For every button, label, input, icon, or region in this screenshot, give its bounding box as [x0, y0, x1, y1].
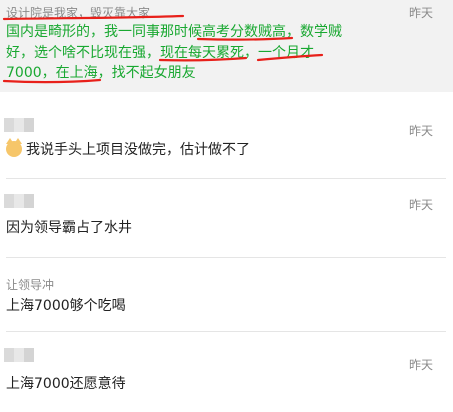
comment-line: 7000，在上海，找不起女朋友 — [6, 65, 196, 81]
comment-line: 上海7000还愿意待 — [6, 376, 126, 392]
comment-text: 上海7000够个吃喝 — [6, 296, 126, 317]
comment-item-3[interactable]: 昨天 因为领导霸占了水井 — [0, 180, 453, 252]
comment-line: 因为领导霸占了水井 — [6, 220, 132, 236]
divider — [6, 331, 446, 332]
comment-line: 国内是畸形的，我一同事那时候高考分数贼高，数学贼 — [6, 24, 342, 40]
comment-line: 我说手头上项目没做完，估计做不了 — [26, 142, 250, 158]
blurred-avatar — [4, 348, 34, 362]
comment-item-1[interactable]: 设计院是我家，毁灭靠大家 昨天 国内是畸形的，我一同事那时候高考分数贼高，数学贼… — [0, 0, 453, 92]
cat-face-emoji-icon — [6, 138, 22, 157]
comment-author[interactable]: 设计院是我家，毁灭靠大家 — [6, 4, 150, 21]
blurred-avatar — [4, 194, 34, 208]
comment-line: 好，选个啥不比现在强，现在每天累死，一个月才 — [6, 44, 314, 61]
comment-text: 因为领导霸占了水井 — [6, 218, 132, 239]
comment-item-5[interactable]: 昨天 上海7000还愿意待 — [0, 338, 453, 412]
comment-time: 昨天 — [409, 358, 434, 372]
comment-text: 上海7000还愿意待 — [6, 374, 126, 395]
comment-text: 国内是畸形的，我一同事那时候高考分数贼高，数学贼 好，选个啥不比现在强，现在每天… — [6, 22, 342, 84]
comment-time: 昨天 — [409, 124, 434, 138]
comment-time: 昨天 — [409, 6, 434, 20]
comment-line: 上海7000够个吃喝 — [6, 298, 126, 314]
comment-time: 昨天 — [409, 198, 434, 212]
divider — [6, 257, 446, 258]
comment-item-4[interactable]: 让领导冲 上海7000够个吃喝 — [0, 268, 453, 328]
comment-item-2[interactable]: 昨天 我说手头上项目没做完，估计做不了 — [0, 110, 453, 180]
divider — [6, 178, 446, 179]
blurred-avatar — [4, 118, 34, 132]
comment-text: 我说手头上项目没做完，估计做不了 — [6, 138, 250, 161]
comment-author[interactable]: 让领导冲 — [6, 276, 54, 293]
